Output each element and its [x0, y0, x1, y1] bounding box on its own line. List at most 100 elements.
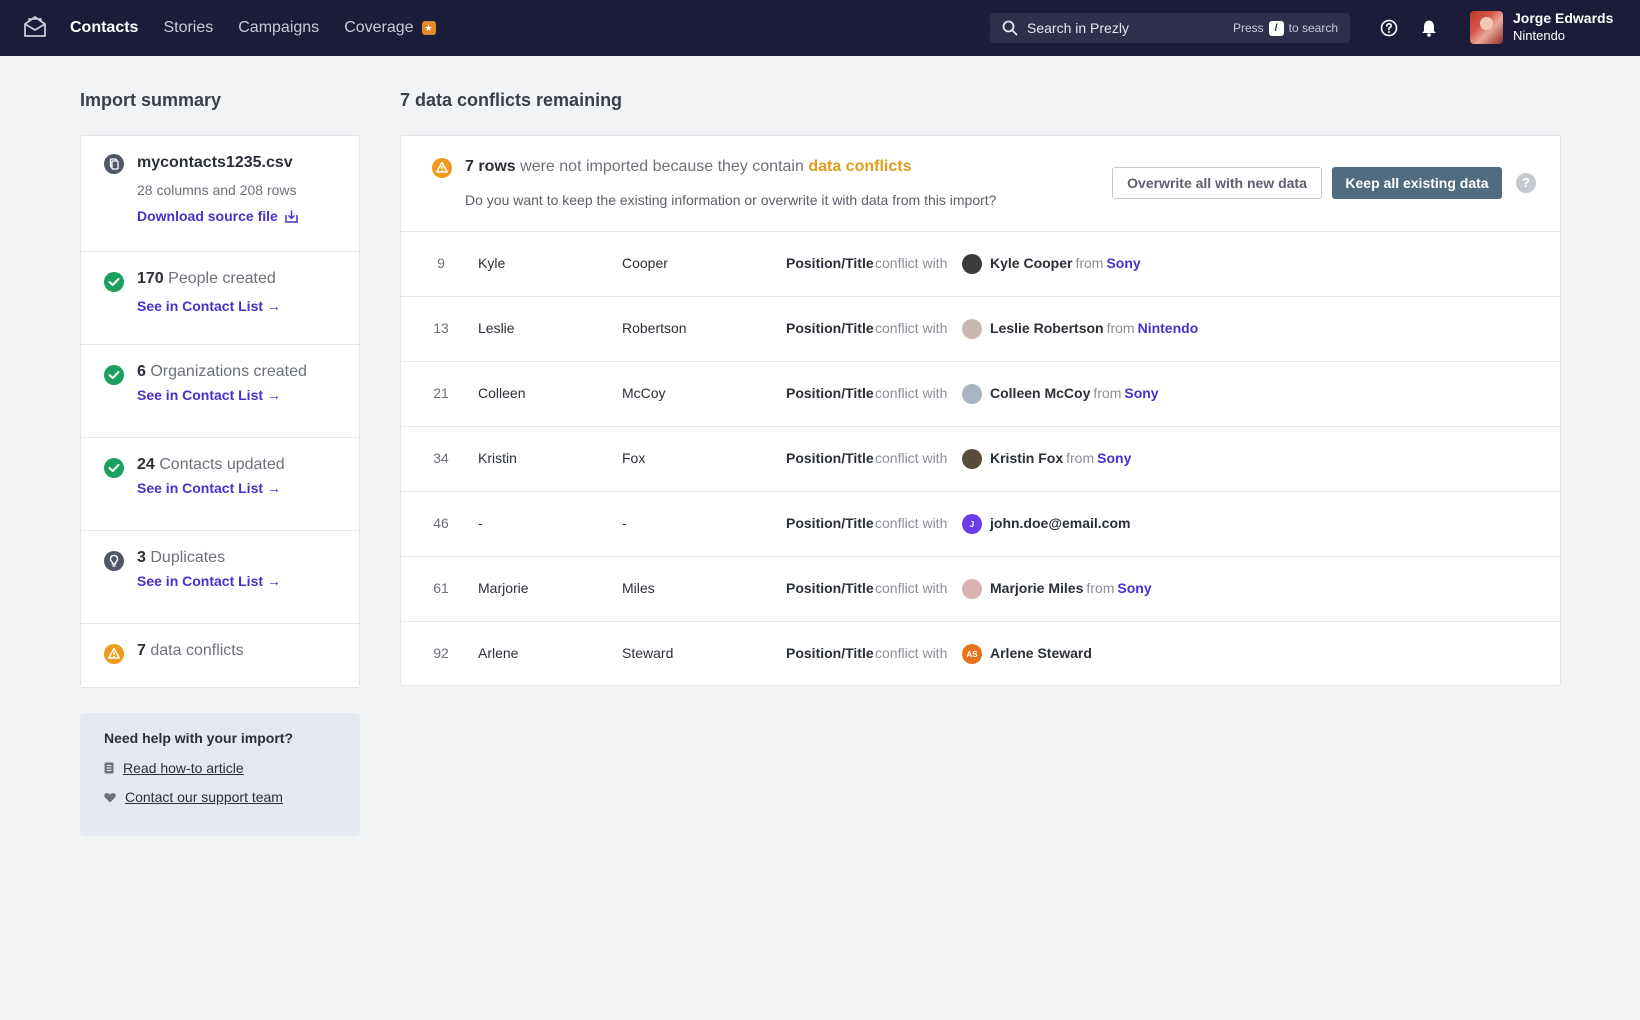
search-hint-key: /: [1268, 20, 1284, 36]
search-icon: [1002, 20, 1018, 36]
conflict-contact-name[interactable]: Arlene Steward: [990, 645, 1092, 661]
row-conflict-field: Position/Title: [786, 385, 874, 401]
nav-campaigns-label: Campaigns: [238, 19, 320, 36]
conflict-row[interactable]: 21 Colleen McCoy Position/Title conflict wit…: [401, 362, 1560, 427]
row-conflict-field: Position/Title: [786, 255, 874, 271]
summary-orgs-created: 6 Organizations created See in Contact L…: [81, 345, 359, 438]
people-see-in-list-link[interactable]: See in Contact List →: [137, 298, 281, 314]
star-icon: ★: [421, 21, 436, 35]
conflict-row[interactable]: 9 Kyle Cooper Position/Title conflict with Ky…: [401, 232, 1560, 297]
conflict-contact: Colleen McCoy from Sony: [990, 385, 1159, 401]
download-icon: [285, 210, 298, 223]
row-first-name: Marjorie: [478, 580, 529, 596]
check-circle-icon: [104, 272, 124, 292]
conflict-from-text: from: [1066, 450, 1095, 466]
row-number: 13: [433, 320, 449, 336]
bell-icon[interactable]: [1421, 19, 1437, 37]
user-menu[interactable]: Jorge Edwards Nintendo: [1470, 10, 1613, 44]
read-article-link[interactable]: Read how-to article: [104, 760, 336, 776]
user-name: Jorge Edwards: [1513, 10, 1614, 26]
row-conflict-with-text: conflict with: [875, 645, 948, 661]
row-conflict-with-text: conflict with: [875, 450, 948, 466]
conflict-contact-org[interactable]: Sony: [1124, 385, 1158, 401]
search-input[interactable]: Search in Prezly Press / to search: [990, 13, 1350, 43]
conflict-row[interactable]: 92 Arlene Steward Position/Title conflict wi…: [401, 622, 1560, 685]
row-conflict-with-text: conflict with: [875, 255, 948, 271]
summary-data-conflicts[interactable]: 7 data conflicts: [81, 624, 359, 688]
document-icon: [104, 762, 114, 774]
keep-all-existing-button[interactable]: Keep all existing data: [1332, 167, 1502, 199]
contact-support-label: Contact our support team: [125, 789, 283, 805]
row-first-name: Leslie: [478, 320, 515, 336]
row-number: 46: [433, 515, 449, 531]
nav-stories-label: Stories: [163, 19, 214, 36]
read-article-label: Read how-to article: [123, 760, 244, 776]
conflict-contact: Marjorie Miles from Sony: [990, 580, 1152, 596]
contact-support-link[interactable]: Contact our support team: [104, 789, 336, 805]
conflict-contact-org[interactable]: Sony: [1117, 580, 1151, 596]
heart-icon: [104, 792, 116, 802]
conflict-row[interactable]: 46 - - Position/Title conflict with Jjohn.doe…: [401, 492, 1560, 557]
conflict-contact-name[interactable]: Marjorie Miles: [990, 580, 1083, 596]
row-first-name: Kristin: [478, 450, 517, 466]
nav-coverage-label: Coverage: [344, 19, 414, 36]
summary-conflicts-title: 7 data conflicts: [137, 642, 359, 660]
search-hint-prefix: Press: [1232, 21, 1264, 35]
conflict-row[interactable]: 61 Marjorie Miles Position/Title conflict wi…: [401, 557, 1560, 622]
duplicates-count: 3: [137, 549, 146, 566]
summary-updated-title: 24 Contacts updated: [137, 456, 359, 474]
row-conflict-with-text: conflict with: [875, 320, 948, 336]
summary-file: mycontacts1235.csv 28 columns and 208 ro…: [81, 136, 359, 252]
conflict-contact-org[interactable]: Sony: [1106, 255, 1140, 271]
conflicts-banner: 7 rows were not imported because they co…: [401, 136, 1560, 232]
help-circle-icon[interactable]: [1380, 19, 1398, 37]
row-first-name: Arlene: [478, 645, 519, 661]
summary-contacts-updated: 24 Contacts updated See in Contact List …: [81, 438, 359, 531]
row-last-name: -: [622, 515, 627, 531]
conflict-from-text: from: [1075, 255, 1104, 271]
row-number: 92: [433, 645, 449, 661]
contact-avatar: [962, 449, 982, 469]
help-question-icon[interactable]: ?: [1516, 173, 1536, 193]
prezly-logo-icon[interactable]: [22, 14, 48, 40]
summary-orgs-title: 6 Organizations created: [137, 363, 359, 381]
orgs-see-in-list-link[interactable]: See in Contact List →: [137, 387, 281, 403]
overwrite-all-button[interactable]: Overwrite all with new data: [1112, 167, 1322, 199]
row-conflict-field: Position/Title: [786, 320, 874, 336]
summary-people-created: 170 People created See in Contact List →: [81, 252, 359, 345]
conflict-contact: Kyle Cooper from Sony: [990, 255, 1141, 271]
row-conflict-field: Position/Title: [786, 645, 874, 661]
conflict-contact-org[interactable]: Sony: [1097, 450, 1131, 466]
row-first-name: Colleen: [478, 385, 526, 401]
conflict-contact-name[interactable]: Colleen McCoy: [990, 385, 1090, 401]
banner-count: 7 rows: [465, 158, 516, 175]
nav-campaigns[interactable]: Campaigns: [238, 19, 319, 37]
nav-coverage[interactable]: Coverage ★: [344, 19, 436, 37]
conflict-contact: Arlene Steward: [990, 645, 1092, 661]
user-info: Jorge Edwards Nintendo: [1513, 10, 1613, 44]
import-summary-card: mycontacts1235.csv 28 columns and 208 ro…: [80, 135, 360, 688]
conflict-row[interactable]: 13 Leslie Robertson Position/Title conflict …: [401, 297, 1560, 362]
conflict-contact-name[interactable]: Leslie Robertson: [990, 320, 1104, 336]
contact-avatar: [962, 579, 982, 599]
row-conflict-with-text: conflict with: [875, 580, 948, 596]
banner-mid: were not imported because they contain: [520, 158, 804, 175]
conflict-contact: Kristin Fox from Sony: [990, 450, 1131, 466]
conflict-contact-name[interactable]: Kristin Fox: [990, 450, 1063, 466]
conflict-row[interactable]: 34 Kristin Fox Position/Title conflict with K…: [401, 427, 1560, 492]
lightbulb-icon: [104, 551, 124, 571]
conflict-contact-org[interactable]: Nintendo: [1138, 320, 1199, 336]
contact-avatar: [962, 254, 982, 274]
row-last-name: Robertson: [622, 320, 687, 336]
row-number: 34: [433, 450, 449, 466]
nav-stories[interactable]: Stories: [163, 19, 213, 37]
nav-contacts[interactable]: Contacts: [70, 19, 138, 37]
duplicates-see-in-list-link[interactable]: See in Contact List →: [137, 573, 281, 589]
conflict-contact-name[interactable]: john.doe@email.com: [990, 515, 1130, 531]
people-label: People created: [168, 270, 276, 287]
search-shortcut-hint: Press / to search: [1232, 20, 1338, 36]
conflict-contact-name[interactable]: Kyle Cooper: [990, 255, 1072, 271]
updated-see-in-list-link[interactable]: See in Contact List →: [137, 480, 281, 496]
people-count: 170: [137, 270, 164, 287]
download-source-link[interactable]: Download source file: [137, 208, 299, 224]
